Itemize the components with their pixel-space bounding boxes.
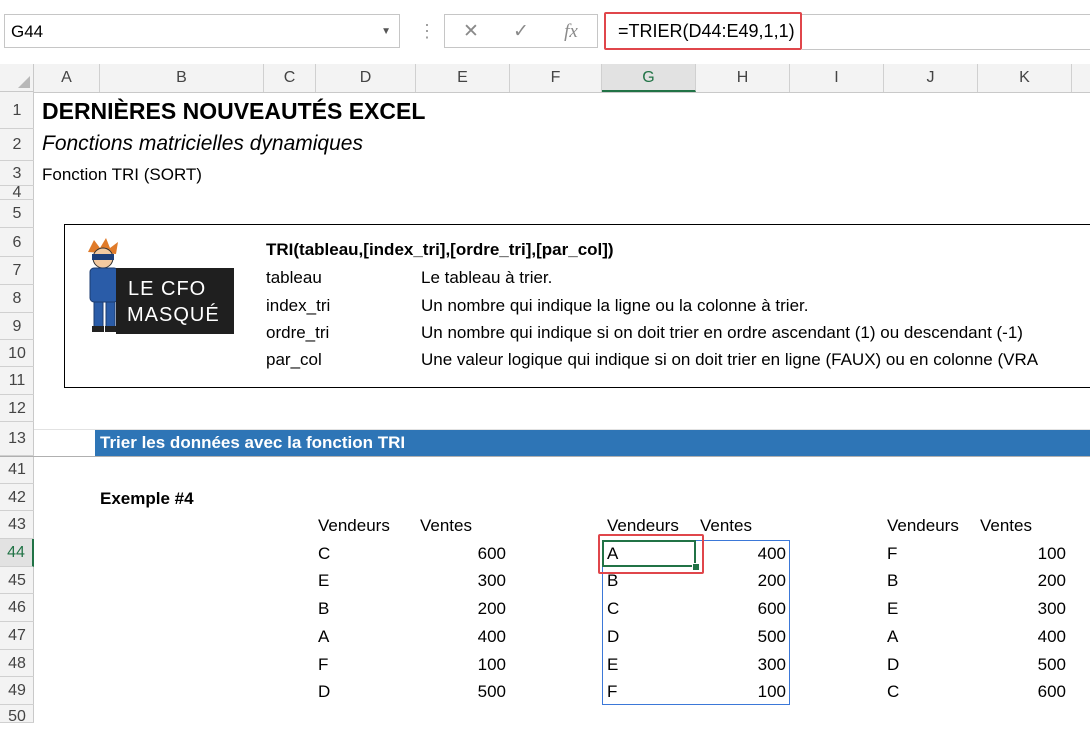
table-header: Vendeurs	[318, 516, 390, 535]
syntax-signature: TRI(tableau,[index_tri],[ordre_tri],[par…	[266, 240, 614, 259]
column-headers: A B C D E F G H I J K	[0, 64, 1090, 93]
row-header-41[interactable]: 41	[0, 456, 34, 484]
enter-icon[interactable]: ✓	[501, 15, 541, 49]
row-header-6[interactable]: 6	[0, 228, 34, 257]
column-header-a[interactable]: A	[34, 64, 100, 92]
select-all-button[interactable]	[0, 64, 34, 92]
column-header-e[interactable]: E	[416, 64, 510, 92]
cfo-masque-logo: LE CFO MASQUÉ	[80, 238, 234, 334]
row-header-47[interactable]: 47	[0, 622, 34, 650]
param-description: Le tableau à trier.	[421, 268, 553, 287]
document-subtitle: Fonctions matricielles dynamiques	[42, 132, 363, 155]
column-header-b[interactable]: B	[100, 64, 264, 92]
param-name: index_tri	[266, 296, 331, 315]
row-header-10[interactable]: 10	[0, 340, 34, 367]
table-cell[interactable]: A	[318, 627, 329, 647]
column-header-i[interactable]: I	[790, 64, 884, 92]
table-cell[interactable]: A	[887, 627, 898, 647]
table-cell[interactable]: D	[318, 682, 330, 702]
table-header: Vendeurs	[887, 516, 959, 535]
param-name: par_col	[266, 350, 322, 369]
table-header: Ventes	[700, 516, 752, 535]
table-cell[interactable]: 500	[416, 682, 506, 702]
table-cell[interactable]: F	[318, 655, 328, 675]
param-description: Un nombre qui indique si on doit trier e…	[421, 323, 1023, 342]
param-description: Un nombre qui indique la ligne ou la col…	[421, 296, 809, 315]
row-header-49[interactable]: 49	[0, 677, 34, 705]
formula-input-extension[interactable]	[802, 14, 1090, 50]
row-header-43[interactable]: 43	[0, 511, 34, 539]
name-box-value: G44	[11, 22, 44, 41]
table-header: Ventes	[420, 516, 472, 535]
row-header-13[interactable]: 13	[0, 422, 34, 456]
table-header: Vendeurs	[607, 516, 679, 535]
table-cell[interactable]: 600	[416, 544, 506, 564]
row-header-11[interactable]: 11	[0, 367, 34, 395]
freeze-pane-divider	[0, 456, 1090, 457]
row-header-8[interactable]: 8	[0, 285, 34, 313]
table-cell[interactable]: 100	[416, 655, 506, 675]
row-header-5[interactable]: 5	[0, 200, 34, 228]
formula-buttons: ✕ ✓ fx	[444, 14, 598, 48]
table-header: Ventes	[980, 516, 1032, 535]
table-cell[interactable]: E	[318, 571, 329, 591]
insert-function-icon[interactable]: fx	[551, 15, 591, 49]
table-cell[interactable]: 500	[978, 655, 1066, 675]
section-header: Trier les données avec la fonction TRI	[95, 430, 1090, 456]
table-cell[interactable]: 400	[416, 627, 506, 647]
column-header-g[interactable]: G	[602, 64, 696, 92]
highlight-annotation	[598, 534, 704, 574]
row-header-7[interactable]: 7	[0, 257, 34, 285]
row-header-44[interactable]: 44	[0, 539, 34, 567]
table-cell[interactable]: 600	[978, 682, 1066, 702]
table-cell[interactable]: C	[887, 682, 899, 702]
table-cell[interactable]: 300	[416, 571, 506, 591]
table-cell[interactable]: F	[887, 544, 897, 564]
logo-line-1: LE CFO	[128, 278, 207, 300]
formula-input[interactable]: =TRIER(D44:E49,1,1)	[604, 12, 802, 50]
more-options-icon[interactable]: ⋮	[418, 14, 436, 48]
row-header-42[interactable]: 42	[0, 484, 34, 511]
table-cell[interactable]: E	[887, 599, 898, 619]
table-cell[interactable]: B	[887, 571, 898, 591]
table-cell[interactable]: 300	[978, 599, 1066, 619]
column-header-f[interactable]: F	[510, 64, 602, 92]
column-header-k[interactable]: K	[978, 64, 1072, 92]
table-cell[interactable]: B	[318, 599, 329, 619]
select-all-icon	[18, 76, 30, 88]
function-label: Fonction TRI (SORT)	[42, 165, 202, 184]
table-cell[interactable]: 200	[978, 571, 1066, 591]
cancel-icon[interactable]: ✕	[451, 15, 491, 49]
table-cell[interactable]: D	[887, 655, 899, 675]
row-header-3[interactable]: 3	[0, 161, 34, 186]
chevron-down-icon[interactable]: ▼	[381, 15, 391, 49]
row-header-45[interactable]: 45	[0, 567, 34, 594]
row-header-50[interactable]: 50	[0, 705, 34, 725]
row-header-46[interactable]: 46	[0, 594, 34, 622]
row-header-48[interactable]: 48	[0, 650, 34, 677]
name-box[interactable]: G44 ▼	[4, 14, 400, 48]
table-cell[interactable]: C	[318, 544, 330, 564]
column-header-j[interactable]: J	[884, 64, 978, 92]
table-cell[interactable]: 400	[978, 627, 1066, 647]
row-header-4[interactable]: 4	[0, 185, 34, 201]
column-header-c[interactable]: C	[264, 64, 316, 92]
row-header-9[interactable]: 9	[0, 313, 34, 340]
column-header-d[interactable]: D	[316, 64, 416, 92]
formula-bar: G44 ▼ ⋮ ✕ ✓ fx =TRIER(D44:E49,1,1)	[0, 0, 1090, 65]
document-title: DERNIÈRES NOUVEAUTÉS EXCEL	[42, 98, 426, 124]
row-header-12[interactable]: 12	[0, 395, 34, 422]
example-label: Exemple #4	[100, 489, 194, 508]
param-name: tableau	[266, 268, 322, 287]
row-header-1[interactable]: 1	[0, 92, 34, 129]
row-header-2[interactable]: 2	[0, 129, 34, 161]
column-header-h[interactable]: H	[696, 64, 790, 92]
row-headers: 1 2 3 4 5 6 7 8 9 10 11 12 13 41 42 43 4…	[0, 92, 34, 725]
param-description: Une valeur logique qui indique si on doi…	[421, 350, 1039, 369]
logo-line-2: MASQUÉ	[127, 304, 220, 326]
table-cell[interactable]: 200	[416, 599, 506, 619]
table-cell[interactable]: 100	[978, 544, 1066, 564]
param-name: ordre_tri	[266, 323, 330, 342]
